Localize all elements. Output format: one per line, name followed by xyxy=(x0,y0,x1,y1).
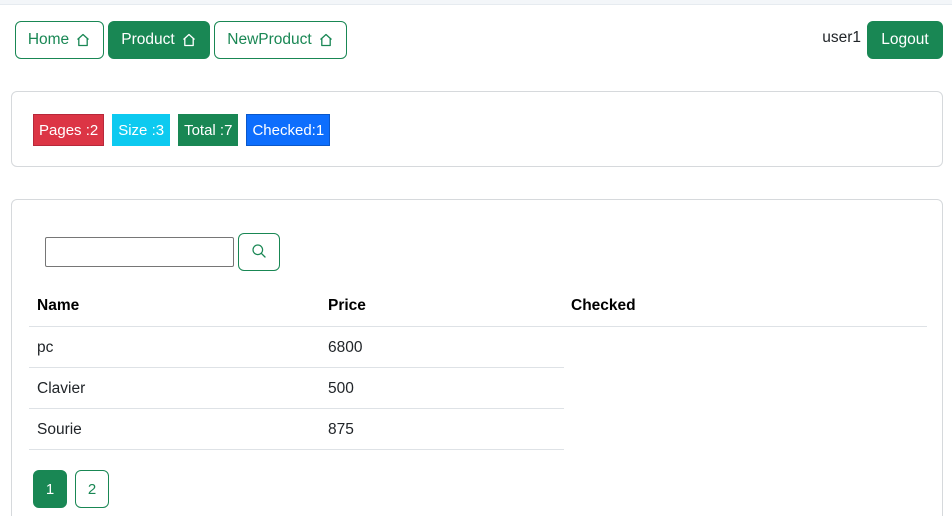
table-row: pc 6800 xyxy=(29,327,564,368)
search-input[interactable] xyxy=(45,237,234,267)
cell-name: pc xyxy=(37,339,54,356)
top-border xyxy=(0,0,952,5)
table-row: Clavier 500 xyxy=(29,368,564,409)
home-icon xyxy=(75,32,91,48)
header-name: Name xyxy=(37,297,80,314)
size-badge: Size :3 xyxy=(112,114,171,146)
stats-card: Pages :2 Size :3 Total :7 Checked:1 xyxy=(11,91,943,167)
header-price: Price xyxy=(328,297,366,314)
nav-user-area: user1 Logout xyxy=(822,21,943,59)
nav-home-button[interactable]: Home xyxy=(15,21,104,59)
nav-product-button[interactable]: Product xyxy=(108,21,210,59)
navbar: Home Product NewProduct user1 Logout xyxy=(15,21,943,59)
total-badge: Total :7 xyxy=(178,114,239,146)
nav-newproduct-button[interactable]: NewProduct xyxy=(214,21,347,59)
nav-newproduct-label: NewProduct xyxy=(227,31,312,48)
cell-name: Sourie xyxy=(37,421,82,438)
search-button[interactable] xyxy=(238,233,280,271)
pagination: 1 2 xyxy=(33,470,109,508)
nav-home-label: Home xyxy=(27,31,70,48)
products-card: Name Price Checked pc 6800 Clavier 500 S… xyxy=(11,199,943,516)
stats-badges: Pages :2 Size :3 Total :7 Checked:1 xyxy=(33,114,331,146)
pages-badge: Pages :2 xyxy=(33,114,105,146)
header-checked: Checked xyxy=(571,297,636,314)
nav-links: Home Product NewProduct xyxy=(15,21,347,59)
page-button-2[interactable]: 2 xyxy=(75,470,109,508)
products-table: Name Price Checked pc 6800 Clavier 500 S… xyxy=(29,286,927,450)
home-icon xyxy=(318,32,334,48)
table-header: Name Price Checked xyxy=(29,286,927,327)
home-icon xyxy=(181,32,197,48)
cell-name: Clavier xyxy=(37,380,86,397)
logout-button[interactable]: Logout xyxy=(867,21,943,59)
username-label: user1 xyxy=(822,29,861,46)
cell-price: 875 xyxy=(328,421,354,438)
page-button-1[interactable]: 1 xyxy=(33,470,67,508)
checked-badge: Checked:1 xyxy=(246,114,331,146)
cell-price: 500 xyxy=(328,380,354,397)
nav-product-label: Product xyxy=(121,31,175,48)
search-form xyxy=(45,233,280,271)
search-icon xyxy=(251,243,267,262)
cell-price: 6800 xyxy=(328,339,363,356)
table-row: Sourie 875 xyxy=(29,409,564,450)
